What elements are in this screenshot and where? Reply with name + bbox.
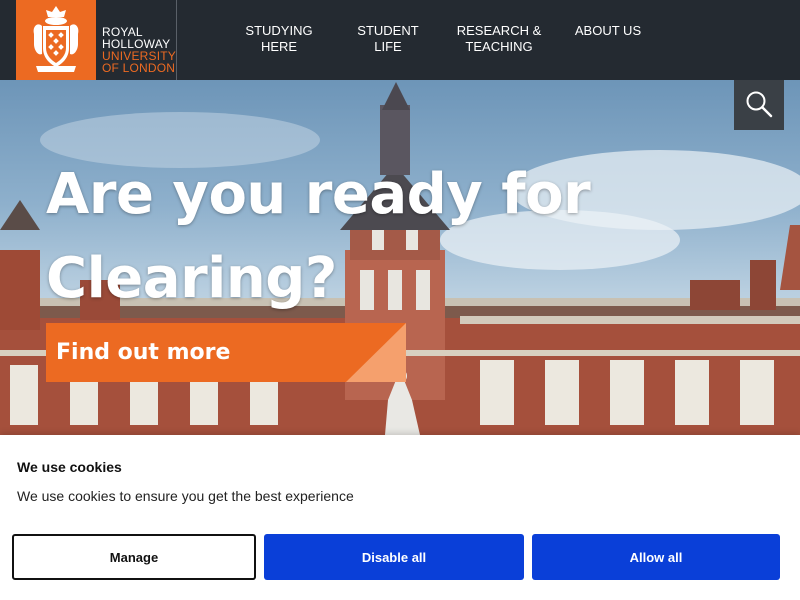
hero-title-line: Clearing? xyxy=(46,246,337,311)
find-out-more-button[interactable]: Find out more xyxy=(46,323,406,382)
nav-label: LIFE xyxy=(374,39,402,54)
nav-label: STUDYING xyxy=(245,23,313,38)
nav-item-about-us[interactable]: ABOUT US xyxy=(572,23,644,39)
cta-corner-triangle xyxy=(346,323,406,382)
logo-text: ROYAL HOLLOWAY UNIVERSITY OF LONDON xyxy=(102,26,176,74)
nav-label: ABOUT US xyxy=(574,23,642,38)
cookie-description: We use cookies to ensure you get the bes… xyxy=(17,488,354,504)
hero-title: Are you ready for Clearing? xyxy=(46,153,606,321)
logo-line-of-london: OF LONDON xyxy=(102,61,176,75)
nav-label: HERE xyxy=(260,39,298,54)
hero-banner: Are you ready for Clearing? Find out mor… xyxy=(0,80,800,435)
search-button[interactable] xyxy=(734,80,784,130)
nav-item-studying-here[interactable]: STUDYING HERE xyxy=(238,23,320,55)
logo[interactable]: ROYAL HOLLOWAY UNIVERSITY OF LONDON xyxy=(16,0,176,80)
nav-label: TEACHING xyxy=(465,39,533,54)
crest-icon xyxy=(16,0,96,80)
search-icon xyxy=(746,91,773,118)
hero-title-line: Are you ready for xyxy=(46,162,591,227)
cookie-banner: We use cookies We use cookies to ensure … xyxy=(0,435,800,600)
header-divider xyxy=(176,0,177,80)
manage-cookies-button[interactable]: Manage xyxy=(12,534,256,580)
nav-item-research-teaching[interactable]: RESEARCH & TEACHING xyxy=(456,23,542,55)
nav-item-student-life[interactable]: STUDENT LIFE xyxy=(348,23,428,55)
nav-label: RESEARCH & xyxy=(456,23,542,38)
disable-all-cookies-button[interactable]: Disable all xyxy=(264,534,524,580)
allow-all-cookies-button[interactable]: Allow all xyxy=(532,534,780,580)
page: ROYAL HOLLOWAY UNIVERSITY OF LONDON STUD… xyxy=(0,0,800,600)
nav-label: STUDENT xyxy=(357,23,419,38)
cookie-title: We use cookies xyxy=(17,459,122,475)
site-header: ROYAL HOLLOWAY UNIVERSITY OF LONDON STUD… xyxy=(0,0,800,80)
cta-label: Find out more xyxy=(56,340,231,365)
